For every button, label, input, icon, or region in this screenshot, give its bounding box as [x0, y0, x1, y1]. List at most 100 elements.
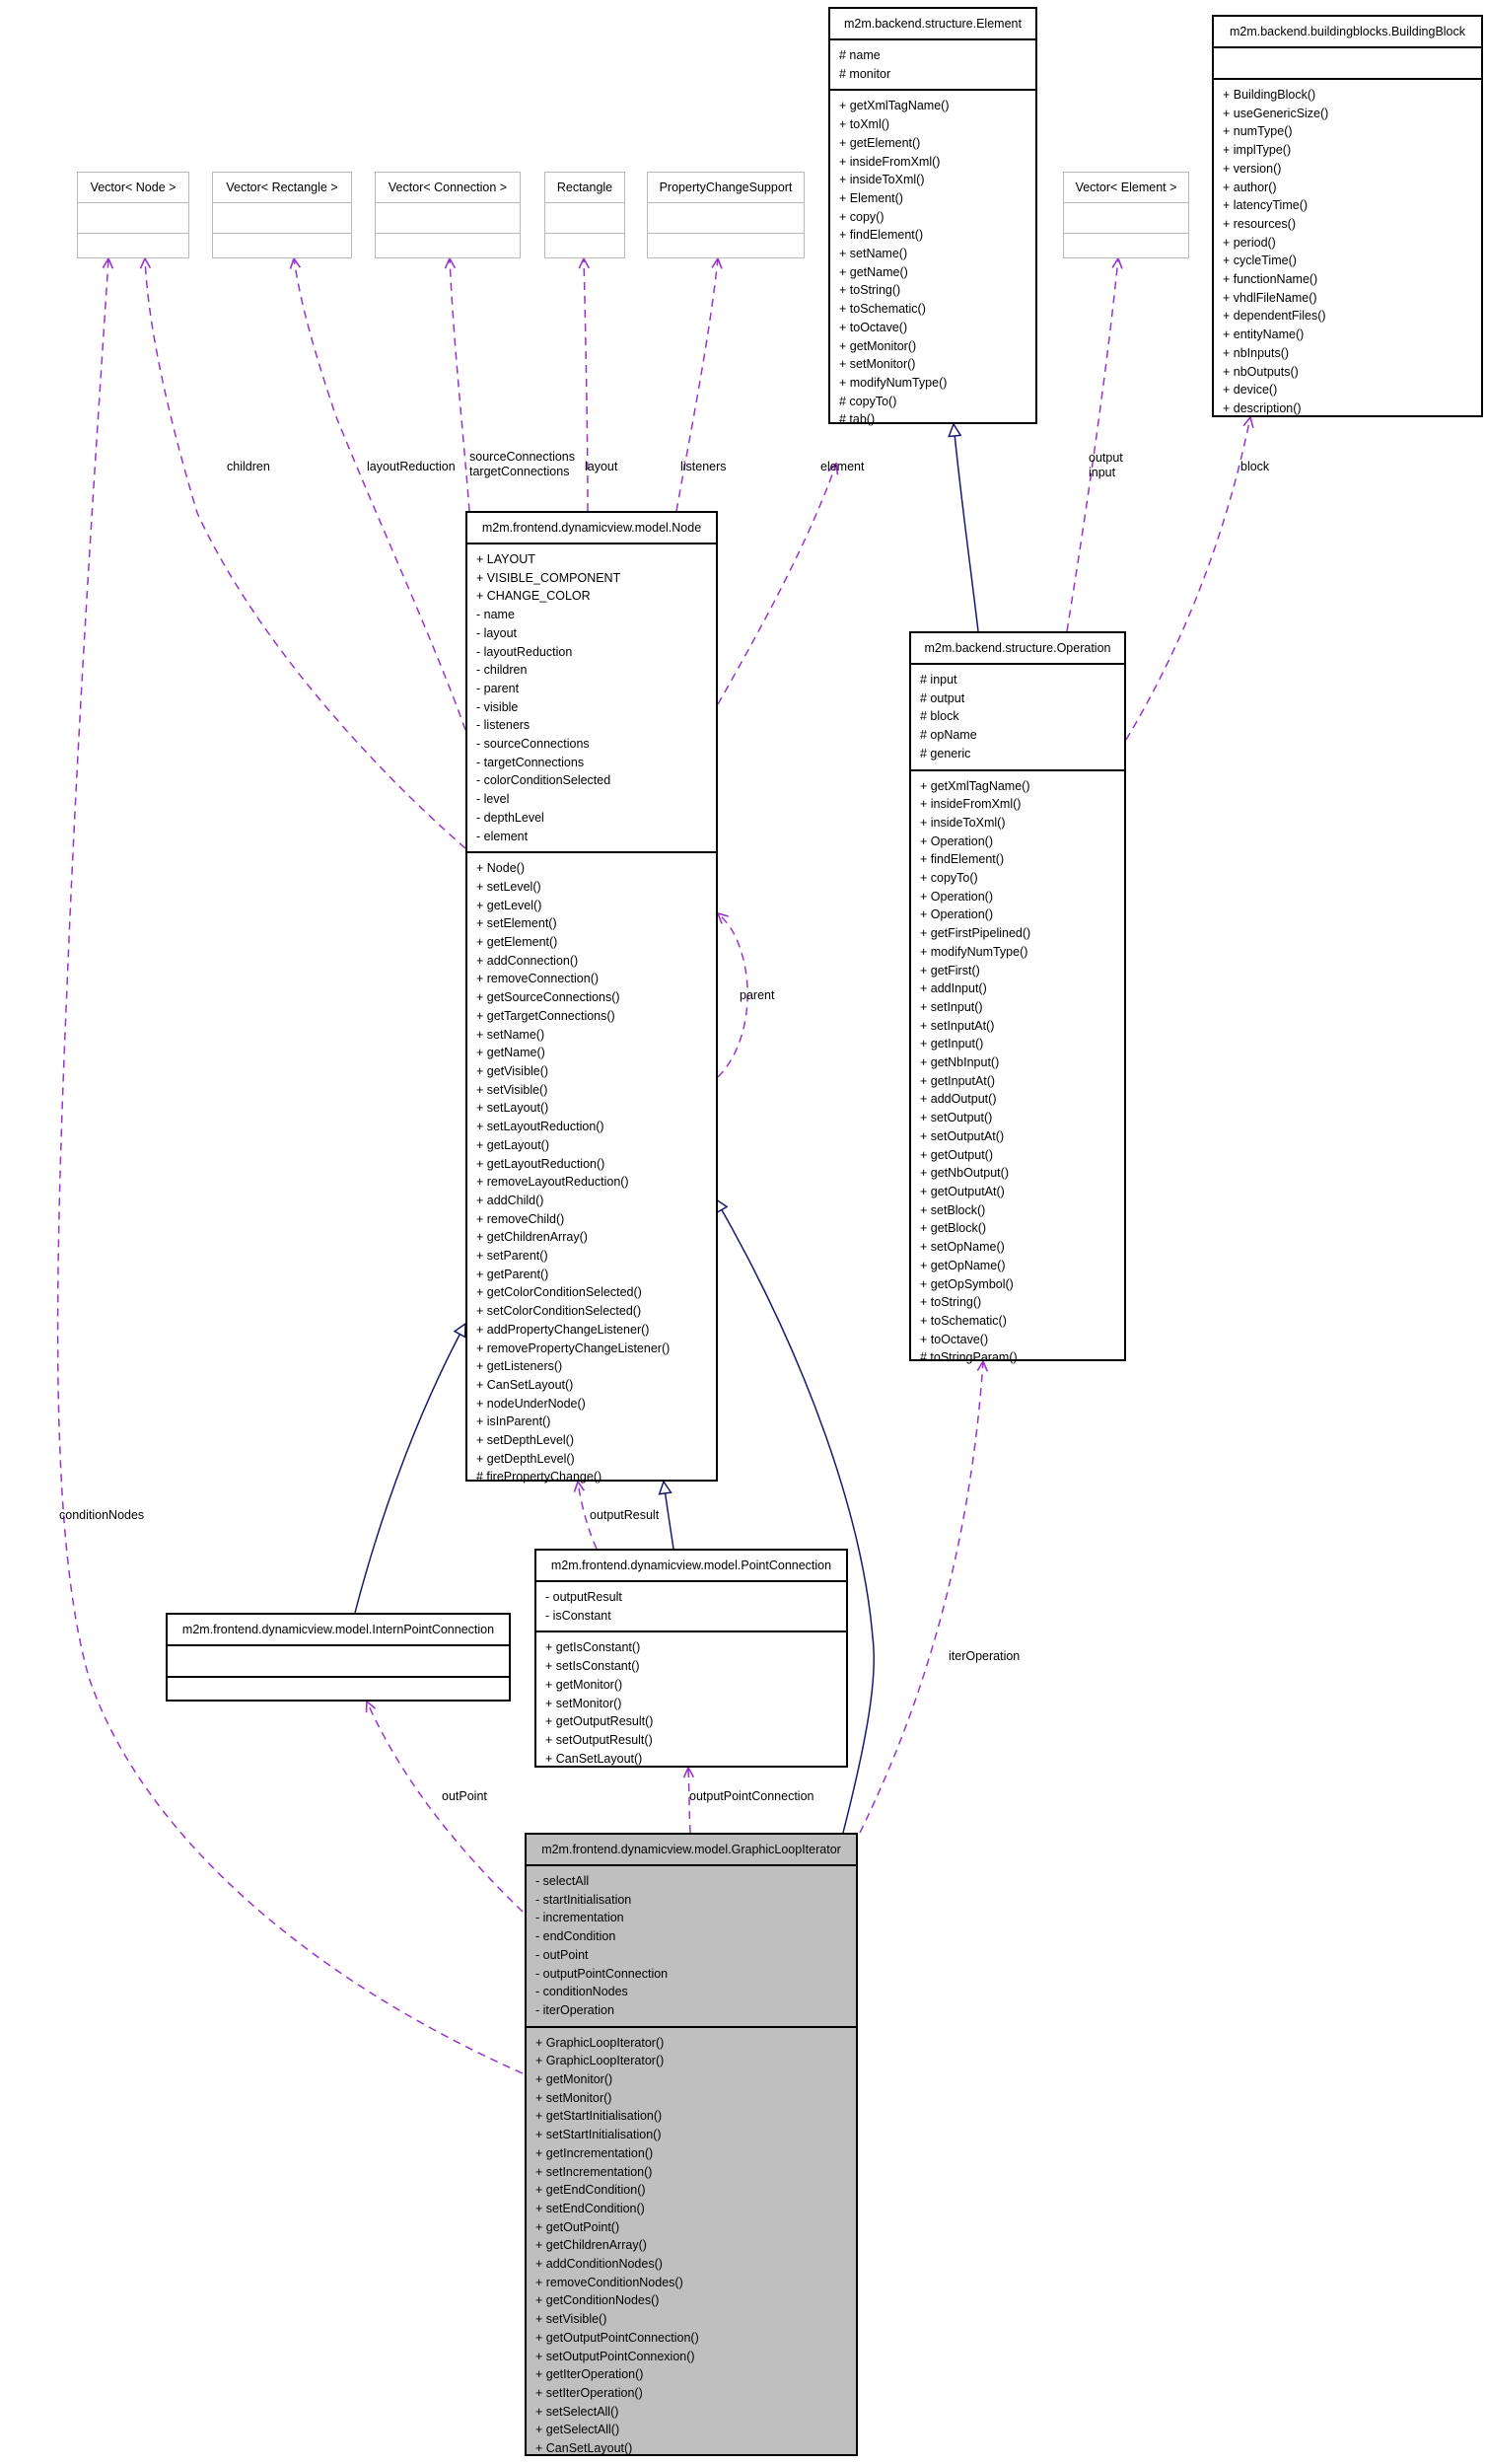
- methods-section: + getXmlTagName() + toXml() + getElement()…: [830, 89, 1035, 435]
- edge-operation-extends-element: [954, 424, 979, 632]
- class-vector-element[interactable]: Vector< Element >: [1063, 172, 1189, 258]
- methods-section: [168, 1676, 509, 1707]
- method: + getStartInitialisation(): [535, 2109, 663, 2124]
- class-name: Vector< Node >: [90, 181, 177, 194]
- class-vector-rectangle[interactable]: Vector< Rectangle >: [212, 172, 352, 258]
- attributes-section: [1064, 202, 1188, 233]
- method: + removePropertyChangeListener(): [476, 1341, 671, 1355]
- method: + setInputAt(): [920, 1018, 995, 1033]
- edge-label-source-target-connections: sourceConnections targetConnections: [469, 450, 576, 478]
- class-node[interactable]: m2m.frontend.dynamicview.model.Node + LA…: [465, 511, 718, 1484]
- edge-label-layout: layout: [585, 460, 618, 473]
- method: + setMonitor(): [535, 2090, 612, 2105]
- method: + isInParent(): [476, 1414, 551, 1429]
- class-name: Vector< Rectangle >: [226, 181, 338, 194]
- attributes-section: # input # output # block # opName # generic: [911, 663, 1124, 769]
- method: + getDepthLevel(): [476, 1451, 575, 1466]
- method: + getNbOutput(): [920, 1166, 1009, 1181]
- attribute: - element: [476, 829, 529, 843]
- method: + toString(): [920, 1295, 982, 1310]
- method: + latencyTime(): [1223, 198, 1309, 213]
- methods-section: + GraphicLoopIterator() + GraphicLoopIter…: [527, 2025, 856, 2464]
- method: + toString(): [839, 283, 901, 298]
- class-graphic-loop-iterator[interactable]: m2m.frontend.dynamicview.model.GraphicLo…: [525, 1833, 858, 2456]
- method: + getFirst(): [920, 963, 980, 978]
- attribute: # output: [920, 690, 965, 705]
- method: + setColorConditionSelected(): [476, 1304, 642, 1319]
- method: + getXmlTagName(): [920, 778, 1030, 793]
- class-name: Vector< Element >: [1075, 181, 1177, 194]
- class-name: Rectangle: [556, 181, 613, 194]
- attribute: - colorConditionSelected: [476, 773, 611, 788]
- method: + getConditionNodes(): [535, 2293, 660, 2308]
- method: + BuildingBlock(): [1223, 88, 1316, 102]
- method: + getOutputPointConnection(): [535, 2330, 699, 2345]
- method: + dependentFiles(): [1223, 309, 1326, 324]
- method: + setParent(): [476, 1249, 548, 1264]
- method: + setVisible(): [535, 2312, 607, 2327]
- class-name: m2m.backend.structure.Element: [844, 17, 1022, 31]
- class-name: m2m.backend.buildingblocks.BuildingBlock: [1229, 25, 1466, 38]
- class-operation[interactable]: m2m.backend.structure.Operation # input #…: [909, 631, 1126, 1364]
- attribute: # monitor: [839, 66, 891, 81]
- method: + getMonitor(): [535, 2072, 613, 2087]
- method: + functionName(): [1223, 272, 1318, 287]
- attribute: - name: [476, 608, 515, 622]
- method: + getVisible(): [476, 1063, 549, 1078]
- method: # copyTo(): [839, 394, 897, 408]
- class-vector-connection[interactable]: Vector< Connection >: [375, 172, 521, 258]
- attribute: # input: [920, 673, 957, 687]
- class-point-connection[interactable]: m2m.frontend.dynamicview.model.PointConn…: [534, 1549, 848, 1768]
- method: + insideToXml(): [839, 173, 925, 187]
- method: + getColorConditionSelected(): [476, 1285, 642, 1300]
- method: + CanSetLayout(): [545, 1751, 643, 1766]
- edge-label-element: element: [820, 460, 865, 473]
- class-rectangle[interactable]: Rectangle: [544, 172, 625, 258]
- class-building-block[interactable]: m2m.backend.buildingblocks.BuildingBlock…: [1212, 15, 1483, 417]
- method: + getElement(): [839, 135, 921, 150]
- method: + getXmlTagName(): [839, 99, 950, 113]
- method: + setIsConstant(): [545, 1659, 640, 1674]
- method: + setMonitor(): [545, 1696, 622, 1710]
- method: + getName(): [839, 264, 908, 279]
- class-vector-node[interactable]: Vector< Node >: [77, 172, 189, 258]
- method: + findElement(): [839, 228, 924, 243]
- method: + getLayoutReduction(): [476, 1156, 605, 1171]
- edge-label-parent: parent: [740, 988, 775, 1002]
- method: + GraphicLoopIterator(): [535, 2054, 665, 2068]
- method: + getEndCondition(): [535, 2183, 646, 2198]
- method: + Operation(): [920, 833, 993, 848]
- method: + useGenericSize(): [1223, 106, 1329, 120]
- method: + getSourceConnections(): [476, 990, 620, 1005]
- attribute: - listeners: [476, 718, 531, 733]
- method: + getElement(): [476, 935, 558, 950]
- attribute: # block: [920, 709, 959, 724]
- attributes-section: - selectAll - startInitialisation - increm…: [527, 1864, 856, 2026]
- edge-label-output-point-connection: outputPointConnection: [689, 1789, 814, 1803]
- edge-label-out-point: outPoint: [442, 1789, 487, 1803]
- method: + setInput(): [920, 999, 983, 1014]
- attribute: - outputResult: [545, 1590, 622, 1604]
- method: + Operation(): [920, 907, 993, 922]
- method: + numType(): [1223, 124, 1293, 139]
- class-property-change-support[interactable]: PropertyChangeSupport: [647, 172, 805, 258]
- edge-label-children: children: [227, 460, 270, 473]
- method: + copy(): [839, 209, 885, 224]
- method: + getIsConstant(): [545, 1640, 641, 1655]
- attribute: - outputPointConnection: [535, 1966, 669, 1981]
- method: + addChild(): [476, 1193, 544, 1207]
- class-intern-point-connection[interactable]: m2m.frontend.dynamicview.model.InternPoi…: [166, 1613, 511, 1702]
- method: + copyTo(): [920, 871, 978, 886]
- class-element[interactable]: m2m.backend.structure.Element # name # mo…: [828, 7, 1037, 426]
- method: + CanSetLayout(): [476, 1377, 574, 1392]
- attribute: - level: [476, 792, 510, 807]
- class-name: m2m.frontend.dynamicview.model.Node: [481, 521, 702, 535]
- method: + setElement(): [476, 916, 557, 931]
- attribute: # opName: [920, 728, 977, 743]
- method: + author(): [1223, 180, 1277, 194]
- method: + getNbInput(): [920, 1055, 1000, 1070]
- edge-label-listeners: listeners: [680, 460, 727, 473]
- method: + removeConnection(): [476, 972, 600, 986]
- attributes-section: [545, 202, 624, 233]
- attribute: - layout: [476, 625, 517, 640]
